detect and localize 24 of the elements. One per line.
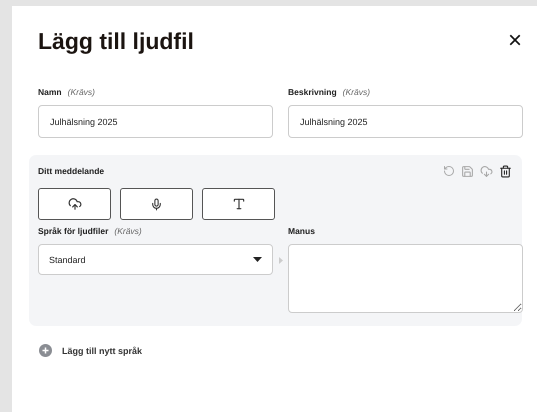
source-button[interactable] xyxy=(202,188,275,220)
script-field[interactable] xyxy=(288,244,523,313)
required-hint: (Krävs) xyxy=(114,226,142,236)
text-icon xyxy=(232,197,246,211)
trash-icon[interactable] xyxy=(499,164,512,178)
field-label: Namn xyxy=(38,87,62,97)
section-title: Ditt meddelande xyxy=(38,166,104,176)
add-language-link[interactable]: Lägg till nytt språk xyxy=(62,346,142,356)
field-label: Beskrivning xyxy=(288,87,337,97)
microphone-icon xyxy=(150,198,163,210)
dialog-title: Lägg till ljudfil xyxy=(38,28,194,54)
close-button[interactable]: × xyxy=(508,31,522,51)
source-button[interactable] xyxy=(120,188,193,220)
text-field[interactable]: Julhälsning 2025 xyxy=(288,105,523,138)
text-field[interactable]: Julhälsning 2025 xyxy=(38,105,273,138)
required-hint: (Krävs) xyxy=(342,87,370,97)
arrow-icon xyxy=(279,257,283,264)
source-button[interactable] xyxy=(38,188,111,220)
dropdown-caret-icon xyxy=(253,257,262,262)
plus-circle-icon[interactable] xyxy=(39,344,52,357)
field-label: Manus xyxy=(288,226,315,236)
cloud-upload-icon xyxy=(68,197,82,211)
field-label: Språk för ljudfiler xyxy=(38,226,108,236)
required-hint: (Krävs) xyxy=(68,87,96,97)
